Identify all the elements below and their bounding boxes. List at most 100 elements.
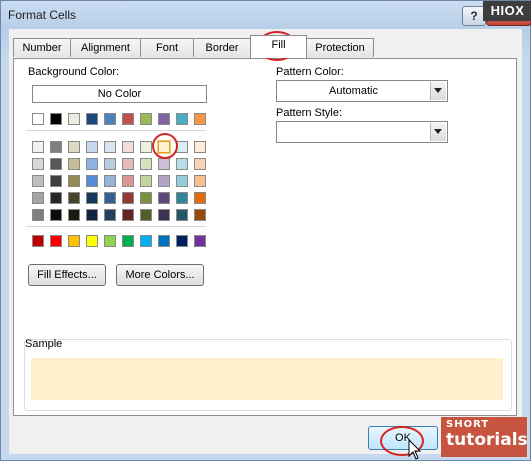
theme-shade-swatch[interactable] [122, 209, 134, 221]
theme-shade-swatch[interactable] [68, 192, 80, 204]
theme-color-swatch[interactable] [194, 113, 206, 125]
theme-shade-swatch[interactable] [122, 192, 134, 204]
theme-shade-swatch[interactable] [122, 141, 134, 153]
theme-shade-swatch[interactable] [104, 209, 116, 221]
theme-shade-swatch[interactable] [104, 158, 116, 170]
standard-color-swatch[interactable] [86, 235, 98, 247]
standard-color-swatch[interactable] [158, 235, 170, 247]
theme-shade-swatch[interactable] [194, 158, 206, 170]
theme-shade-swatch[interactable] [158, 158, 170, 170]
fill-effects-button[interactable]: Fill Effects... [28, 264, 106, 286]
theme-shade-swatch[interactable] [68, 209, 80, 221]
tab-protection[interactable]: Protection [306, 38, 374, 57]
theme-shade-swatch[interactable] [50, 141, 62, 153]
chevron-down-icon[interactable] [430, 82, 446, 100]
tab-fill[interactable]: Fill [250, 35, 307, 58]
standard-color-swatch[interactable] [32, 235, 44, 247]
fill-panel: Background Color: No Color Fill Effects.… [13, 58, 517, 416]
theme-shade-swatch[interactable] [104, 141, 116, 153]
theme-shade-swatch[interactable] [194, 209, 206, 221]
theme-shade-swatch[interactable] [86, 192, 98, 204]
theme-color-swatch[interactable] [50, 113, 62, 125]
shorttutorials-watermark: SHORT tutorials [441, 417, 528, 457]
tab-border[interactable]: Border [193, 38, 251, 57]
theme-shade-swatch[interactable] [32, 175, 44, 187]
theme-shade-swatch[interactable] [158, 192, 170, 204]
theme-shade-swatch[interactable] [176, 209, 188, 221]
theme-shade-swatch[interactable] [68, 158, 80, 170]
theme-shade-swatch[interactable] [140, 175, 152, 187]
chevron-down-icon[interactable] [430, 123, 446, 141]
standard-color-swatch[interactable] [194, 235, 206, 247]
theme-shade-swatch[interactable] [50, 209, 62, 221]
theme-shade-swatch[interactable] [176, 192, 188, 204]
pattern-color-dropdown[interactable]: Automatic [276, 80, 448, 102]
theme-shade-swatch[interactable] [86, 175, 98, 187]
tab-font[interactable]: Font [140, 38, 194, 57]
theme-shade-swatch[interactable] [194, 192, 206, 204]
theme-shade-swatch[interactable] [140, 141, 152, 153]
no-color-button[interactable]: No Color [32, 85, 207, 103]
watermark-tutorials: tutorials [446, 430, 528, 450]
theme-color-swatch[interactable] [104, 113, 116, 125]
pattern-color-label: Pattern Color: [276, 66, 344, 78]
standard-color-swatch[interactable] [140, 235, 152, 247]
theme-shade-swatch[interactable] [140, 192, 152, 204]
theme-shade-swatch[interactable] [176, 175, 188, 187]
theme-shade-swatch[interactable] [140, 158, 152, 170]
pattern-color-value: Automatic [329, 85, 378, 97]
selected-color-swatch[interactable] [158, 141, 170, 153]
more-colors-button[interactable]: More Colors... [116, 264, 204, 286]
theme-shade-swatch[interactable] [32, 209, 44, 221]
theme-shade-swatch[interactable] [194, 141, 206, 153]
theme-shade-swatch[interactable] [158, 175, 170, 187]
background-color-label: Background Color: [28, 66, 120, 78]
format-cells-dialog: Format Cells ? HIOX Number Alignment Fon… [0, 0, 531, 461]
watermark-short: SHORT [446, 419, 490, 430]
theme-shade-swatch[interactable] [86, 158, 98, 170]
theme-color-swatch[interactable] [32, 113, 44, 125]
title-bar[interactable]: Format Cells ? HIOX [1, 1, 531, 29]
theme-shade-swatch[interactable] [176, 158, 188, 170]
theme-color-swatch[interactable] [140, 113, 152, 125]
hiox-watermark: HIOX [483, 1, 531, 21]
theme-shade-swatch[interactable] [68, 141, 80, 153]
theme-shade-swatch[interactable] [32, 141, 44, 153]
theme-shade-swatch[interactable] [50, 192, 62, 204]
tab-number[interactable]: Number [13, 38, 71, 57]
theme-shade-swatch[interactable] [104, 175, 116, 187]
theme-color-swatch[interactable] [176, 113, 188, 125]
sample-group: Sample [24, 338, 512, 411]
theme-color-swatch[interactable] [158, 113, 170, 125]
theme-color-swatch[interactable] [122, 113, 134, 125]
palette-divider [26, 130, 206, 131]
sample-preview [31, 358, 503, 400]
palette-divider [26, 226, 206, 227]
sample-label: Sample [25, 338, 63, 350]
ok-button[interactable]: OK [368, 426, 438, 450]
standard-color-swatch[interactable] [68, 235, 80, 247]
mouse-cursor-icon [408, 439, 422, 460]
theme-shade-swatch[interactable] [50, 175, 62, 187]
theme-shade-swatch[interactable] [86, 209, 98, 221]
theme-shade-swatch[interactable] [50, 158, 62, 170]
theme-shade-swatch[interactable] [140, 209, 152, 221]
standard-color-swatch[interactable] [50, 235, 62, 247]
theme-color-swatch[interactable] [68, 113, 80, 125]
theme-shade-swatch[interactable] [122, 158, 134, 170]
theme-shade-swatch[interactable] [32, 192, 44, 204]
theme-shade-swatch[interactable] [122, 175, 134, 187]
theme-shade-swatch[interactable] [104, 192, 116, 204]
theme-shade-swatch[interactable] [194, 175, 206, 187]
theme-color-swatch[interactable] [86, 113, 98, 125]
theme-shade-swatch[interactable] [86, 141, 98, 153]
standard-color-swatch[interactable] [176, 235, 188, 247]
theme-shade-swatch[interactable] [176, 141, 188, 153]
tab-alignment[interactable]: Alignment [70, 38, 141, 57]
standard-color-swatch[interactable] [104, 235, 116, 247]
theme-shade-swatch[interactable] [68, 175, 80, 187]
pattern-style-dropdown[interactable] [276, 121, 448, 143]
theme-shade-swatch[interactable] [32, 158, 44, 170]
theme-shade-swatch[interactable] [158, 209, 170, 221]
standard-color-swatch[interactable] [122, 235, 134, 247]
